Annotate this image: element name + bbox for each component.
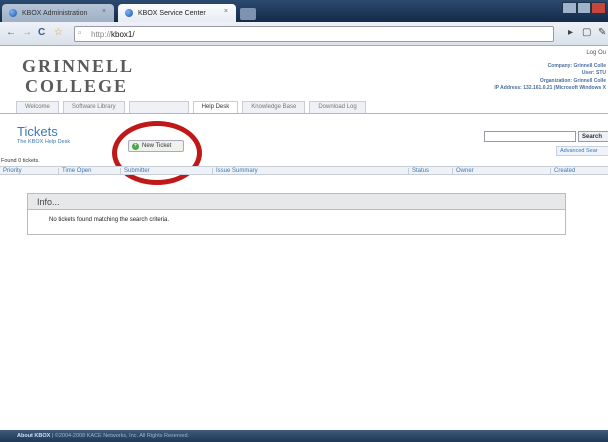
col-issue-summary[interactable]: Issue Summary <box>212 168 258 175</box>
minimize-button[interactable] <box>562 2 577 14</box>
found-count: Found 0 tickets. <box>1 158 40 164</box>
close-tab-icon[interactable]: × <box>102 8 106 15</box>
page-menu-icon[interactable]: ▢ <box>582 27 591 38</box>
close-window-button[interactable] <box>591 2 607 14</box>
organization-text: Organization: Grinnell Colle <box>539 77 606 84</box>
col-time-open[interactable]: Time Open <box>58 168 91 175</box>
user-info: Log Ou Company: Grinnell Colle User: STU… <box>494 50 606 92</box>
col-created[interactable]: Created <box>550 168 575 175</box>
about-kbox-link[interactable]: About KBOX <box>17 433 50 439</box>
reload-icon[interactable]: C <box>38 27 45 38</box>
user-text: User: STU <box>581 70 606 77</box>
col-owner[interactable]: Owner <box>452 168 474 175</box>
ip-text: IP Address: 132.161.0.21 (Microsoft Wind… <box>494 84 606 91</box>
footer-text: About KBOX | ©2004-2008 KACE Networks, I… <box>0 430 608 439</box>
logo-line2: COLLEGE <box>25 76 129 96</box>
search-input[interactable] <box>484 131 576 142</box>
ie-favicon-icon <box>125 9 133 17</box>
browser-titlebar: KBOX Administration × KBOX Service Cente… <box>0 0 608 22</box>
advanced-search-link[interactable]: Advanced Sear <box>556 146 608 156</box>
info-panel: Info... No tickets found matching the se… <box>27 193 566 235</box>
address-bar[interactable]: ▫ http://kbox1/ <box>74 26 554 42</box>
page-title: Tickets <box>17 124 58 139</box>
page-subtitle-link[interactable]: The KBOX Help Desk <box>17 139 70 145</box>
info-message: No tickets found matching the search cri… <box>49 217 170 223</box>
copyright-text: | ©2004-2008 KACE Networks, Inc. All Rig… <box>51 433 190 439</box>
forward-arrow-icon[interactable]: → <box>22 27 32 38</box>
browser-tab-kbox-service-center[interactable]: KBOX Service Center × <box>118 4 236 22</box>
new-tab-button[interactable] <box>240 8 256 20</box>
page-footer: About KBOX | ©2004-2008 KACE Networks, I… <box>0 430 608 442</box>
logo-line1: GRINNELL <box>22 56 135 76</box>
browser-toolbar: ← → C ☆ ▫ http://kbox1/ ▸ ▢ ✎ <box>0 22 608 46</box>
col-priority[interactable]: Priority <box>0 168 22 175</box>
home-star-icon[interactable]: ☆ <box>54 27 63 38</box>
logout-link[interactable]: Log Ou <box>494 50 606 57</box>
search-button[interactable]: Search <box>578 131 608 142</box>
ticket-table-header: Priority Time Open Submitter Issue Summa… <box>0 166 608 175</box>
window-controls <box>562 2 607 14</box>
col-submitter[interactable]: Submitter <box>120 168 150 175</box>
college-logo: GRINNELL COLLEGE <box>22 56 134 96</box>
browser-tab-label: KBOX Service Center <box>138 9 206 17</box>
info-title: Info... <box>28 194 565 210</box>
close-tab-icon[interactable]: × <box>224 8 228 15</box>
browser-tab-kbox-administration[interactable]: KBOX Administration × <box>2 4 114 22</box>
url-protocol: http:// <box>91 29 112 39</box>
page-icon: ▫ <box>78 28 82 39</box>
back-arrow-icon[interactable]: ← <box>6 27 16 38</box>
company-text: Company: Grinnell Colle <box>547 63 606 70</box>
col-status[interactable]: Status <box>408 168 429 175</box>
url-host: kbox1/ <box>111 29 135 39</box>
maximize-button[interactable] <box>576 2 592 14</box>
ie-favicon-icon <box>9 9 17 17</box>
highlight-circle <box>112 121 202 185</box>
tools-wrench-icon[interactable]: ✎ <box>598 27 606 38</box>
browser-tab-label: KBOX Administration <box>22 9 88 17</box>
nav-divider <box>0 113 608 114</box>
play-icon[interactable]: ▸ <box>568 27 573 38</box>
